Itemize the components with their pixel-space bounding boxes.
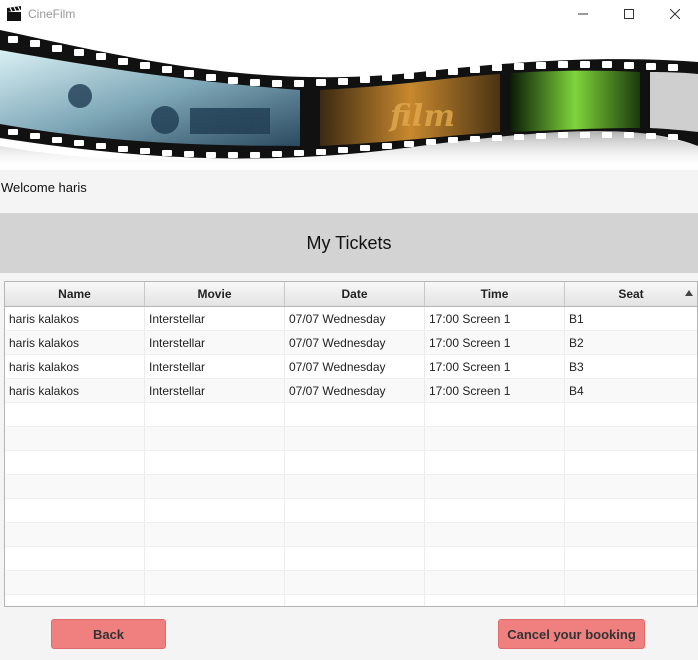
table-body: haris kalakos Interstellar 07/07 Wednesd… — [5, 307, 697, 606]
tickets-table: Name Movie Date Time Seat haris kalakos … — [4, 281, 698, 607]
tickets-header: My Tickets — [0, 213, 698, 273]
table-cell: haris kalakos — [5, 355, 145, 378]
window-title: CineFilm — [28, 7, 76, 21]
close-button[interactable] — [652, 0, 698, 28]
close-icon — [670, 9, 680, 19]
column-header-date[interactable]: Date — [285, 282, 425, 306]
welcome-text: Welcome haris — [1, 180, 87, 195]
table-cell: 17:00 Screen 1 — [425, 379, 565, 402]
table-cell: 07/07 Wednesday — [285, 379, 425, 402]
table-row[interactable]: haris kalakos Interstellar 07/07 Wednesd… — [5, 331, 697, 355]
table-cell: B3 — [569, 359, 584, 374]
table-row[interactable]: haris kalakos Interstellar 07/07 Wednesd… — [5, 379, 697, 403]
table-cell: Interstellar — [145, 331, 285, 354]
table-cell: haris kalakos — [5, 307, 145, 330]
table-cell: haris kalakos — [5, 331, 145, 354]
banner-image: film — [0, 28, 698, 170]
empty-row — [5, 475, 697, 499]
maximize-button[interactable] — [606, 0, 652, 28]
table-cell: Interstellar — [145, 379, 285, 402]
table-cell: 07/07 Wednesday — [285, 307, 425, 330]
table-cell: B4 — [569, 383, 584, 398]
table-cell: 07/07 Wednesday — [285, 331, 425, 354]
empty-row — [5, 499, 697, 523]
empty-row — [5, 427, 697, 451]
empty-row — [5, 403, 697, 427]
minimize-button[interactable] — [560, 0, 606, 28]
table-cell: Interstellar — [145, 355, 285, 378]
empty-row — [5, 523, 697, 547]
window-controls — [560, 0, 698, 28]
table-cell: 17:00 Screen 1 — [425, 307, 565, 330]
table-cell: B1 — [569, 311, 584, 326]
table-cell: 07/07 Wednesday — [285, 355, 425, 378]
table-cell: 17:00 Screen 1 — [425, 355, 565, 378]
table-row[interactable]: haris kalakos Interstellar 07/07 Wednesd… — [5, 355, 697, 379]
empty-row — [5, 451, 697, 475]
empty-row — [5, 571, 697, 595]
empty-row — [5, 595, 697, 606]
table-row[interactable]: haris kalakos Interstellar 07/07 Wednesd… — [5, 307, 697, 331]
clapperboard-icon — [6, 6, 22, 22]
empty-row — [5, 547, 697, 571]
back-button[interactable]: Back — [51, 619, 166, 649]
maximize-icon — [624, 9, 634, 19]
table-header: Name Movie Date Time Seat — [5, 282, 697, 307]
column-header-name[interactable]: Name — [5, 282, 145, 306]
title-bar: CineFilm — [0, 0, 698, 28]
table-cell: haris kalakos — [5, 379, 145, 402]
table-cell: Interstellar — [145, 307, 285, 330]
table-cell: B2 — [569, 335, 584, 350]
page-title: My Tickets — [306, 232, 392, 253]
column-header-seat[interactable]: Seat — [565, 282, 697, 306]
column-header-seat-label: Seat — [618, 287, 644, 301]
banner-film-text: film — [388, 99, 455, 134]
column-header-time[interactable]: Time — [425, 282, 565, 306]
table-cell: 17:00 Screen 1 — [425, 331, 565, 354]
column-header-movie[interactable]: Movie — [145, 282, 285, 306]
minimize-icon — [578, 13, 588, 15]
cancel-booking-button[interactable]: Cancel your booking — [498, 619, 645, 649]
sort-ascending-icon — [685, 290, 693, 296]
